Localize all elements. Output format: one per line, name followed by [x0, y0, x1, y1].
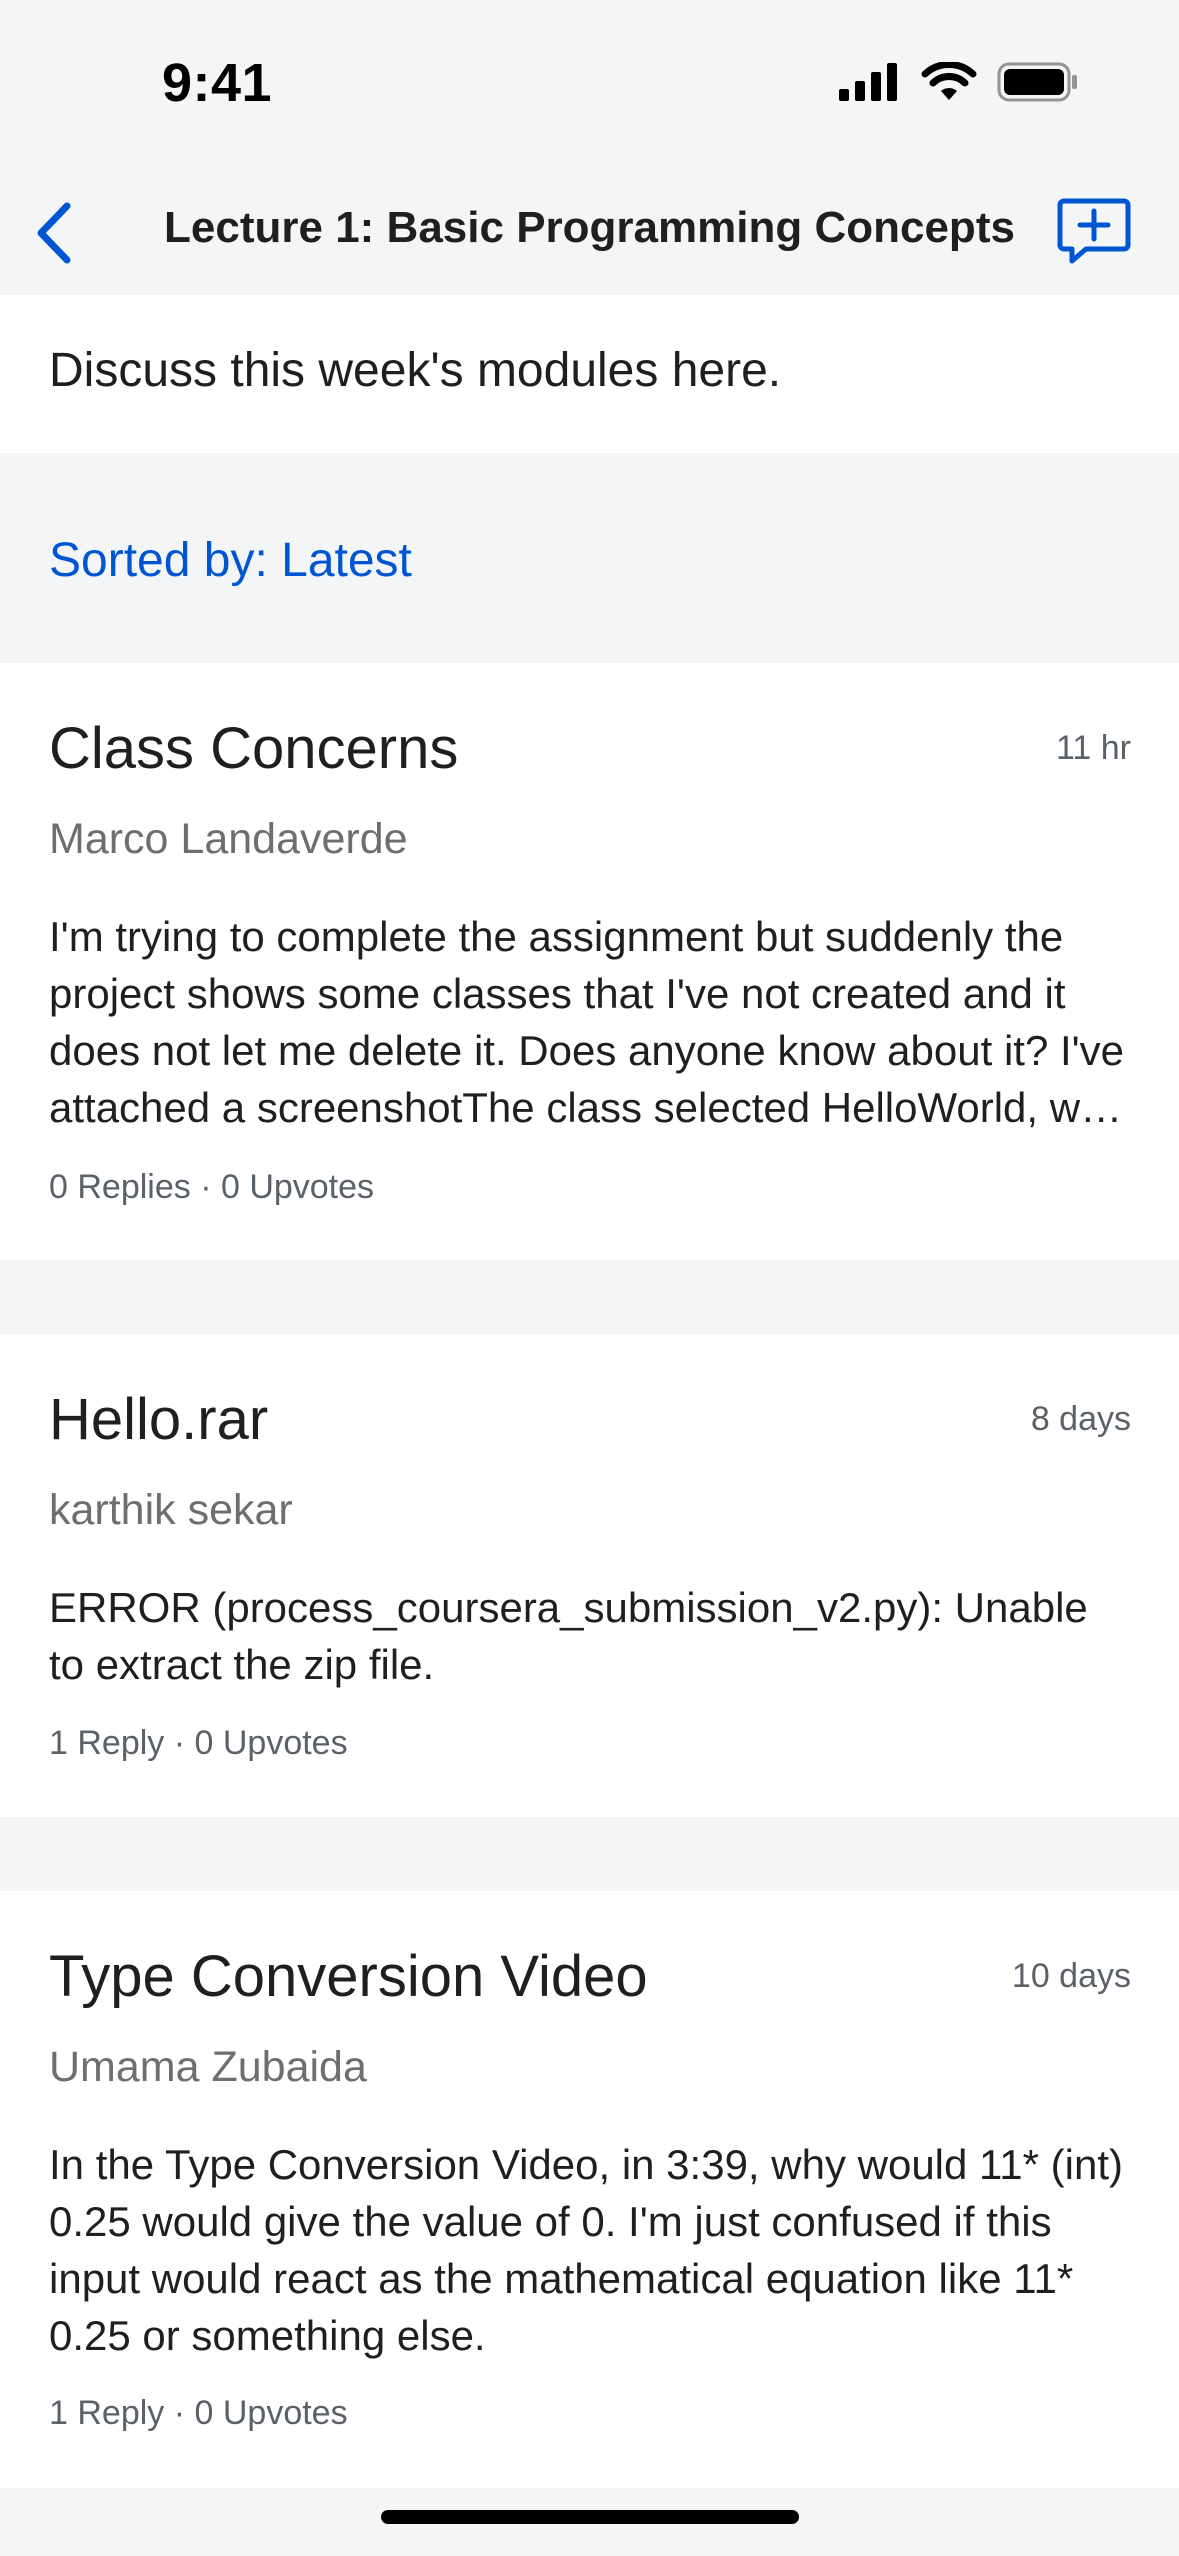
sort-row: Sorted by: Latest	[0, 453, 1179, 663]
thread-stats: 0 Replies · 0 Upvotes	[49, 1168, 375, 1206]
page-title: Lecture 1: Basic Programming Concepts	[164, 203, 1015, 252]
thread-stats: 1 Reply · 0 Upvotes	[49, 1724, 348, 1762]
thread-card[interactable]: Class Concerns 11 hr Marco Landaverde I'…	[0, 663, 1179, 1260]
thread-author: Marco Landaverde	[49, 815, 408, 863]
thread-title: Class Concerns	[49, 716, 459, 781]
thread-body: I'm trying to complete the assignment bu…	[49, 913, 1125, 1131]
home-indicator[interactable]	[381, 2510, 799, 2524]
thread-timestamp: 10 days	[1011, 1957, 1131, 1995]
thread-title: Hello.rar	[49, 1387, 269, 1452]
thread-card[interactable]: Hello.rar 8 days karthik sekar ERROR (pr…	[0, 1334, 1179, 1817]
back-button[interactable]	[18, 195, 88, 275]
status-time: 9:41	[162, 53, 273, 113]
thread-body: In the Type Conversion Video, in 3:39, w…	[49, 2141, 1123, 2359]
battery-icon	[997, 62, 1079, 107]
status-icons	[839, 61, 1079, 107]
cellular-signal-icon	[839, 63, 901, 106]
sort-selector[interactable]: Sorted by: Latest	[49, 533, 412, 588]
chevron-left-icon	[33, 202, 73, 269]
new-discussion-icon	[1056, 197, 1132, 272]
thread-title: Type Conversion Video	[49, 1944, 648, 2009]
thread-timestamp: 11 hr	[1056, 729, 1131, 767]
thread-body: ERROR (process_coursera_submission_v2.py…	[49, 1584, 1088, 1688]
new-thread-button[interactable]	[1051, 191, 1137, 277]
forum-description: Discuss this week's modules here.	[0, 295, 1179, 453]
wifi-icon	[921, 61, 977, 107]
thread-timestamp: 8 days	[1030, 1400, 1131, 1438]
thread-stats: 1 Reply · 0 Upvotes	[49, 2394, 348, 2432]
status-bar: 9:41	[0, 0, 1179, 175]
nav-bar: Lecture 1: Basic Programming Concepts	[0, 175, 1179, 295]
thread-author: Umama Zubaida	[49, 2043, 367, 2091]
forum-description-text: Discuss this week's modules here.	[49, 344, 782, 397]
thread-author: karthik sekar	[49, 1486, 293, 1534]
thread-card[interactable]: Type Conversion Video 10 days Umama Zuba…	[0, 1891, 1179, 2488]
